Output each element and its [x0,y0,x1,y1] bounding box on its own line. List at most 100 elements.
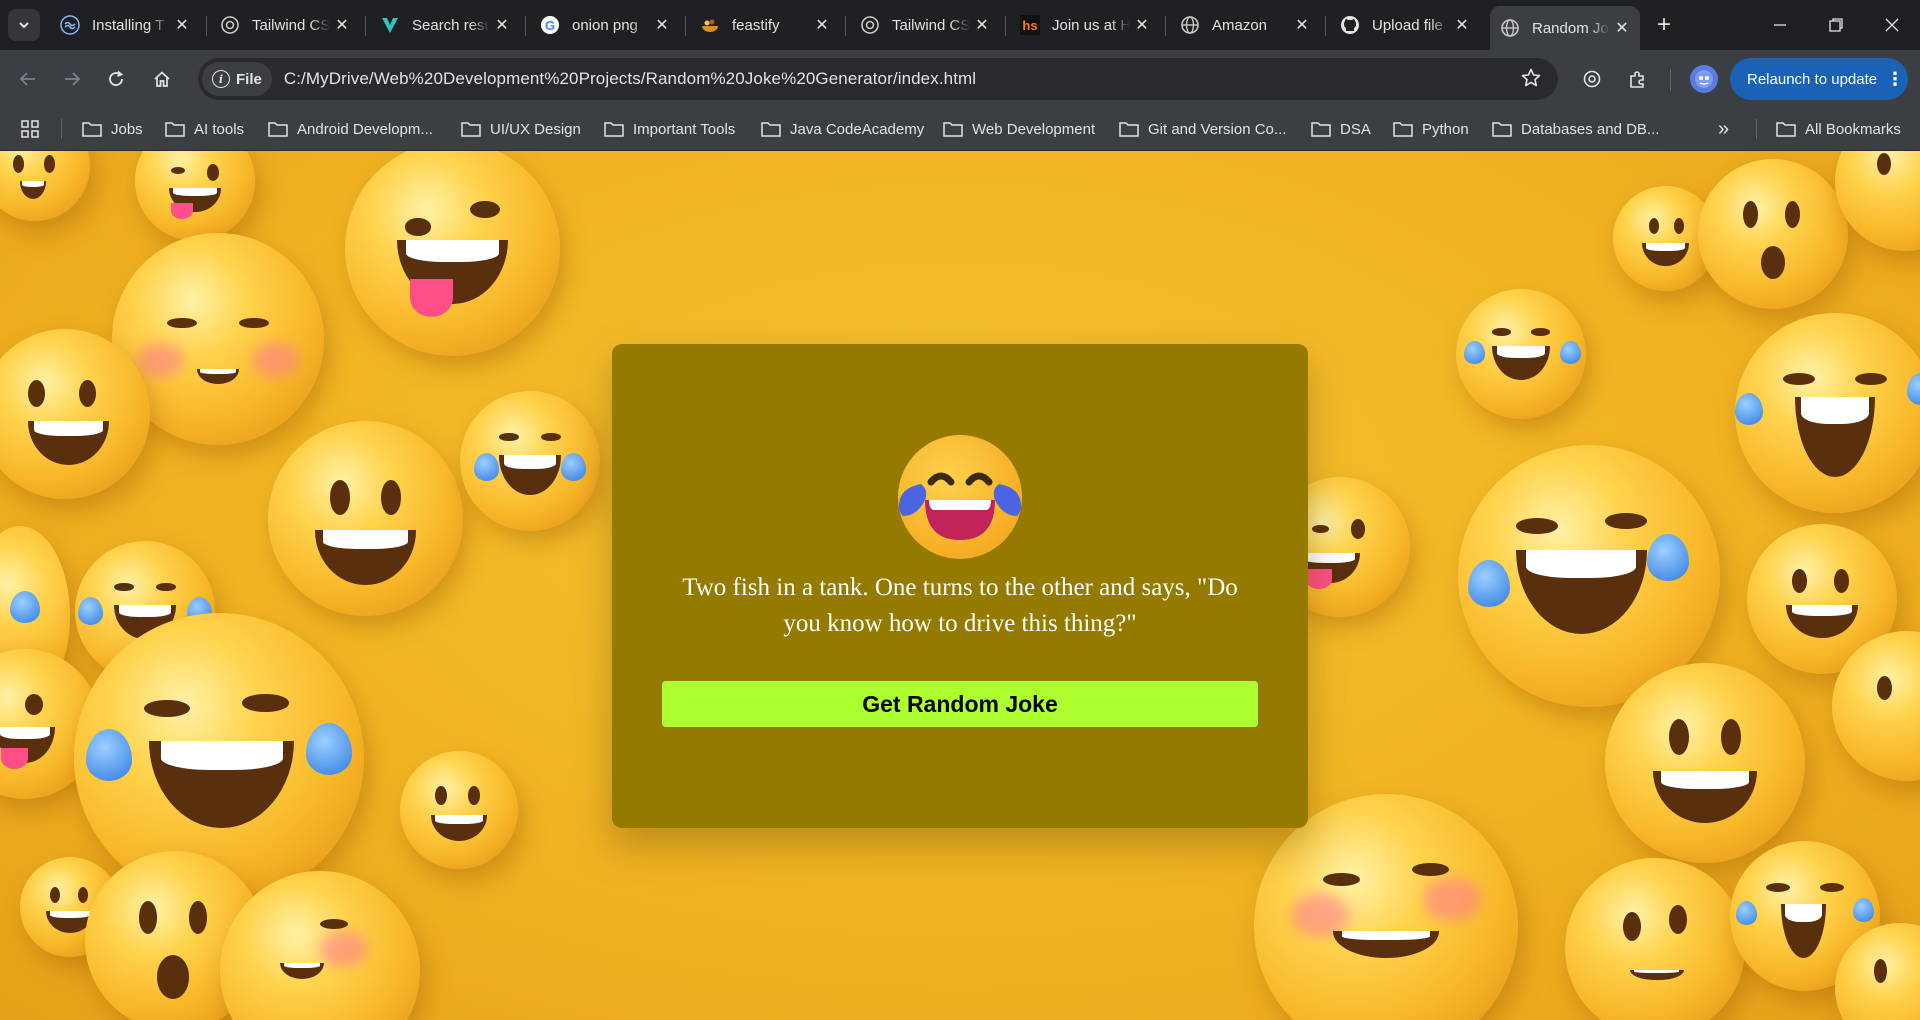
tab-separator [1325,16,1326,36]
tab-tailwind-1[interactable]: Tailwind CS ✕ [210,6,360,44]
tab-onion-png[interactable]: G onion png ✕ [530,6,680,44]
google-icon: G [540,15,560,35]
close-icon[interactable]: ✕ [490,13,514,37]
tears-of-joy-icon [898,435,1022,559]
back-button[interactable] [12,63,44,95]
tab-search-results[interactable]: Search resu ✕ [370,6,520,44]
bookmark-folder-python[interactable]: Python [1393,108,1469,150]
grinning-emoji-decoration [268,421,463,616]
openai-icon [860,15,880,35]
bookmarks-separator [1756,119,1757,139]
openai-icon [220,15,240,35]
tab-join-us[interactable]: hs Join us at H ✕ [1010,6,1160,44]
tab-tailwind-2[interactable]: Tailwind CS ✕ [850,6,1000,44]
bookmarks-bar: Jobs AI tools Android Developm... UI/UX … [0,108,1920,151]
close-icon[interactable]: ✕ [650,13,674,37]
tab-title: Search resu [412,16,490,34]
bookmark-label: Jobs [111,120,143,138]
reload-button[interactable] [100,63,132,95]
folder-icon [268,122,288,137]
bookmark-folder-dsa[interactable]: DSA [1311,108,1371,150]
more-vert-icon[interactable]: ⋮ [1882,69,1908,90]
site-info-chip[interactable]: i File [202,62,272,96]
home-icon [154,71,170,87]
toolbar: i File C:/MyDrive/Web%20Development%20Pr… [0,50,1920,108]
tab-random-joke[interactable]: Random Jo ✕ [1490,6,1640,50]
tab-installing[interactable]: Installing T ✕ [50,6,200,44]
folder-icon [1311,122,1331,137]
extensions-button[interactable] [1622,63,1654,95]
new-tab-button[interactable]: + [1650,11,1678,39]
grinning-emoji-decoration [1605,663,1805,863]
smirking-emoji-decoration [1565,858,1745,1020]
folder-icon [461,122,481,137]
extension-openai-button[interactable] [1576,63,1608,95]
relaunch-button[interactable]: Relaunch to update ⋮ [1730,58,1908,100]
close-icon[interactable]: ✕ [1130,13,1154,37]
bookmark-label: Important Tools [633,120,736,138]
bookmarks-overflow-button[interactable]: » [1718,108,1729,150]
folder-icon [1119,122,1139,137]
close-icon[interactable]: ✕ [170,13,194,37]
arrow-right-icon [65,72,81,86]
tab-separator [206,16,207,36]
tab-search-button[interactable] [8,9,40,41]
bookmark-folder-databases[interactable]: Databases and DB... [1492,108,1659,150]
reload-icon [109,70,124,86]
close-icon[interactable]: ✕ [970,13,994,37]
apps-button[interactable] [20,108,40,150]
folder-icon [82,122,102,137]
home-button[interactable] [146,63,178,95]
close-icon[interactable]: ✕ [1610,16,1634,40]
plus-icon: + [1656,11,1671,38]
tailwind-icon [60,15,80,35]
minimize-icon [1774,24,1786,26]
url-text[interactable]: C:/MyDrive/Web%20Development%20Projects/… [284,69,976,89]
restore-button[interactable] [1808,0,1864,50]
forward-button[interactable] [56,63,88,95]
bookmark-label: UI/UX Design [490,120,581,138]
minimize-button[interactable] [1752,0,1808,50]
tab-title: Random Jo [1532,19,1609,37]
tab-feastify[interactable]: feastify ✕ [690,6,840,44]
hackerspace-icon: hs [1020,15,1040,35]
bookmark-folder-important-tools[interactable]: Important Tools [604,108,735,150]
close-window-button[interactable] [1864,0,1920,50]
avatar-icon [1695,70,1713,88]
folder-icon [165,122,185,137]
close-icon[interactable]: ✕ [1290,13,1314,37]
winking-emoji-decoration [135,151,255,241]
grinning-emoji-decoration [400,751,518,869]
close-icon[interactable]: ✕ [1450,13,1474,37]
folder-icon [1492,122,1512,137]
bookmark-star-icon[interactable] [1520,67,1542,94]
tab-upload-file[interactable]: Upload file ✕ [1330,6,1480,44]
tab-separator [1165,16,1166,36]
tab-amazon[interactable]: Amazon ✕ [1170,6,1320,44]
bookmark-folder-git[interactable]: Git and Version Co... [1119,108,1286,150]
svg-text:G: G [545,18,555,33]
chip-label: File [236,70,262,88]
folder-icon [1776,122,1796,137]
bookmark-label: DSA [1340,120,1371,138]
bookmark-label: AI tools [194,120,245,138]
info-icon: i [212,70,230,88]
address-bar[interactable]: i File C:/MyDrive/Web%20Development%20Pr… [198,58,1558,100]
profile-avatar[interactable] [1690,65,1718,93]
tab-title: Join us at H [1052,16,1130,34]
close-icon[interactable]: ✕ [330,13,354,37]
get-random-joke-button[interactable]: Get Random Joke [662,681,1258,727]
tab-title: Installing T [92,16,165,34]
tab-separator [1005,16,1006,36]
close-icon[interactable]: ✕ [810,13,834,37]
bookmark-folder-web-dev[interactable]: Web Development [943,108,1095,150]
bookmark-folder-uiux[interactable]: UI/UX Design [461,108,581,150]
bookmark-folder-jobs[interactable]: Jobs [82,108,143,150]
all-bookmarks-button[interactable]: All Bookmarks [1776,108,1901,150]
bookmark-folder-ai-tools[interactable]: AI tools [165,108,244,150]
bookmark-folder-java[interactable]: Java CodeAcademy [761,108,924,150]
all-bookmarks-label: All Bookmarks [1805,120,1901,138]
tab-title: Upload file [1372,16,1443,34]
tab-strip: Installing T ✕ Tailwind CS ✕ Search resu… [0,0,1920,50]
bookmark-folder-android[interactable]: Android Developm... [268,108,433,150]
